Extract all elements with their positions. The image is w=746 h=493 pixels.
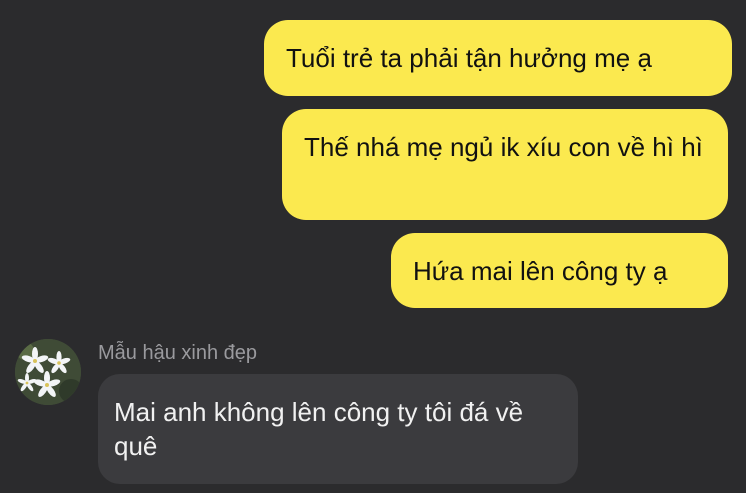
incoming-message-bubble[interactable]: Mai anh không lên công ty tôi đá về quê	[98, 374, 578, 484]
message-text: Hứa mai lên công ty ạ	[413, 256, 668, 286]
outgoing-message-bubble[interactable]: Thế nhá mẹ ngủ ik xíu con về hì hì	[282, 109, 728, 220]
outgoing-message-bubble[interactable]: Tuổi trẻ ta phải tận hưởng mẹ ạ	[264, 20, 732, 96]
message-text: Tuổi trẻ ta phải tận hưởng mẹ ạ	[286, 43, 652, 73]
sender-avatar[interactable]	[15, 339, 81, 405]
outgoing-message-bubble[interactable]: Hứa mai lên công ty ạ	[391, 233, 728, 308]
message-text: Thế nhá mẹ ngủ ik xíu con về hì hì	[304, 132, 703, 162]
sender-name: Mẫu hậu xinh đẹp	[98, 342, 258, 364]
message-text: Mai anh không lên công ty tôi đá về quê	[114, 397, 524, 461]
flower-avatar-icon	[15, 339, 81, 405]
